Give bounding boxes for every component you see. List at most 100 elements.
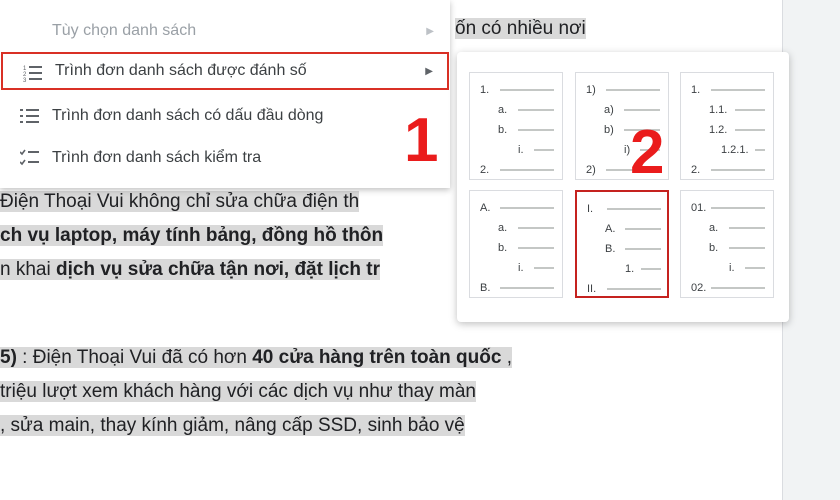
list-marker: 02.: [691, 282, 707, 294]
list-line-placeholder: [500, 207, 554, 209]
list-marker: 2.: [480, 164, 490, 176]
menu-item-label: Trình đơn danh sách được đánh số: [55, 62, 307, 79]
list-line-placeholder: [729, 227, 765, 229]
bulleted-list-icon: [20, 107, 40, 125]
list-style-row: b.: [681, 241, 773, 255]
list-line-placeholder: [534, 267, 554, 269]
document-text-line: n khai dịch vụ sửa chữa tận nơi, đặt lịc…: [0, 259, 380, 280]
menu-item-checklist[interactable]: Trình đơn danh sách kiểm tra: [0, 139, 448, 177]
menu-item-label: Trình đơn danh sách có dấu đầu dòng: [52, 107, 324, 124]
list-style-row: i.: [681, 261, 773, 275]
list-marker: B.: [480, 282, 491, 294]
list-marker: 1.1.: [709, 104, 728, 116]
list-line-placeholder: [711, 207, 765, 209]
numbered-list-icon: 1 2 3: [23, 64, 43, 84]
svg-text:3: 3: [23, 78, 27, 82]
menu-item-numbered-list[interactable]: 1 2 3 Trình đơn danh sách được đánh số ▶: [1, 52, 449, 90]
list-style-row: 1.: [577, 262, 669, 276]
list-line-placeholder: [607, 288, 661, 290]
list-line-placeholder: [518, 129, 554, 131]
document-text-line: 5) : Điện Thoại Vui đã có hơn 40 cửa hàn…: [0, 347, 512, 368]
list-marker: 2): [586, 164, 596, 176]
list-marker: II.: [587, 283, 597, 295]
list-marker: A.: [480, 202, 491, 214]
list-line-placeholder: [518, 227, 554, 229]
list-style-row: a.: [470, 103, 562, 117]
list-style-option-upper-alpha[interactable]: A. a. b. i. B.: [469, 190, 563, 298]
list-style-option-leading-zero[interactable]: 01. a. b. i. 02.: [680, 190, 774, 298]
document-text-line: , sửa main, thay kính giảm, nâng cấp SSD…: [0, 415, 465, 436]
list-line-placeholder: [500, 287, 554, 289]
list-style-row: 1.: [470, 83, 562, 97]
checklist-icon: [19, 149, 40, 167]
list-line-placeholder: [624, 109, 660, 111]
list-style-row: i.: [470, 261, 562, 275]
list-line-placeholder: [625, 228, 661, 230]
list-marker: I.: [587, 203, 594, 215]
list-options-menu: Tùy chọn danh sách ▶ 1 2 3 Trình đơn dan…: [0, 0, 450, 188]
list-style-row: B.: [470, 281, 562, 295]
list-style-row: b.: [470, 241, 562, 255]
list-style-row: A.: [470, 201, 562, 215]
menu-item-bulleted-list[interactable]: Trình đơn danh sách có dấu đầu dòng: [0, 97, 448, 135]
list-marker: b.: [498, 242, 508, 254]
document-text-line: ch vụ laptop, máy tính bảng, đồng hồ thô…: [0, 225, 384, 246]
list-style-row: b.: [470, 123, 562, 137]
list-marker: a.: [709, 222, 719, 234]
list-marker: 2.: [691, 164, 701, 176]
scrollbar[interactable]: [782, 0, 840, 500]
document-text-line: triệu lượt xem khách hàng với các dịch v…: [0, 381, 476, 402]
list-line-placeholder: [534, 149, 554, 151]
list-style-row: 1.2.1.: [681, 143, 773, 157]
list-line-placeholder: [518, 109, 554, 111]
list-marker: i.: [518, 262, 524, 274]
list-line-placeholder: [711, 89, 765, 91]
list-style-option-number-dot-alpha-roman[interactable]: 1. a. b. i. 2.: [469, 72, 563, 180]
list-marker: 1): [586, 84, 596, 96]
list-marker: b.: [709, 242, 719, 254]
list-marker: 1.2.1.: [721, 144, 749, 156]
list-marker: a): [604, 104, 614, 116]
list-marker: A.: [605, 223, 616, 235]
list-style-row: B.: [577, 242, 669, 256]
list-style-row: 2.: [681, 163, 773, 177]
list-style-row: i.: [470, 143, 562, 157]
list-style-row: 1.2.: [681, 123, 773, 137]
list-marker: i.: [729, 262, 735, 274]
list-marker: i.: [518, 144, 524, 156]
list-style-row: 2.: [470, 163, 562, 177]
list-line-placeholder: [711, 169, 765, 171]
list-line-placeholder: [755, 149, 765, 151]
list-line-placeholder: [500, 89, 554, 91]
list-marker: b): [604, 124, 614, 136]
list-style-option-decimal-outline[interactable]: 1. 1.1. 1.2. 1.2.1. 2.: [680, 72, 774, 180]
numbered-list-styles-panel: 1. a. b. i. 2. 1) a) b) i) 2) 1. 1.1. 1.2. 1.2.1. 2. A.…: [457, 52, 789, 322]
list-style-row: 1.: [681, 83, 773, 97]
list-style-row: a.: [470, 221, 562, 235]
list-line-placeholder: [735, 109, 765, 111]
list-line-placeholder: [500, 169, 554, 171]
document-text-line: ốn có nhiều nơi: [455, 18, 586, 39]
list-marker: a.: [498, 104, 508, 116]
list-line-placeholder: [518, 247, 554, 249]
menu-item-list-options[interactable]: Tùy chọn danh sách ▶: [0, 12, 448, 50]
list-marker: 01.: [691, 202, 707, 214]
menu-item-label: Trình đơn danh sách kiểm tra: [52, 149, 262, 166]
list-marker: B.: [605, 243, 616, 255]
list-style-option-upper-roman[interactable]: I. A. B. 1. II.: [575, 190, 669, 298]
annotation-callout-two: 2: [630, 118, 665, 187]
list-line-placeholder: [606, 89, 660, 91]
submenu-arrow-icon: ▶: [425, 65, 433, 77]
list-line-placeholder: [641, 268, 661, 270]
list-marker: 1.: [480, 84, 490, 96]
list-line-placeholder: [607, 208, 661, 210]
list-style-row: II.: [577, 282, 669, 296]
list-line-placeholder: [625, 248, 661, 250]
list-marker: a.: [498, 222, 508, 234]
list-line-placeholder: [745, 267, 765, 269]
menu-item-label: Tùy chọn danh sách: [52, 22, 197, 39]
list-style-row: 02.: [681, 281, 773, 295]
list-line-placeholder: [735, 129, 765, 131]
submenu-arrow-icon: ▶: [426, 25, 434, 37]
list-marker: b.: [498, 124, 508, 136]
